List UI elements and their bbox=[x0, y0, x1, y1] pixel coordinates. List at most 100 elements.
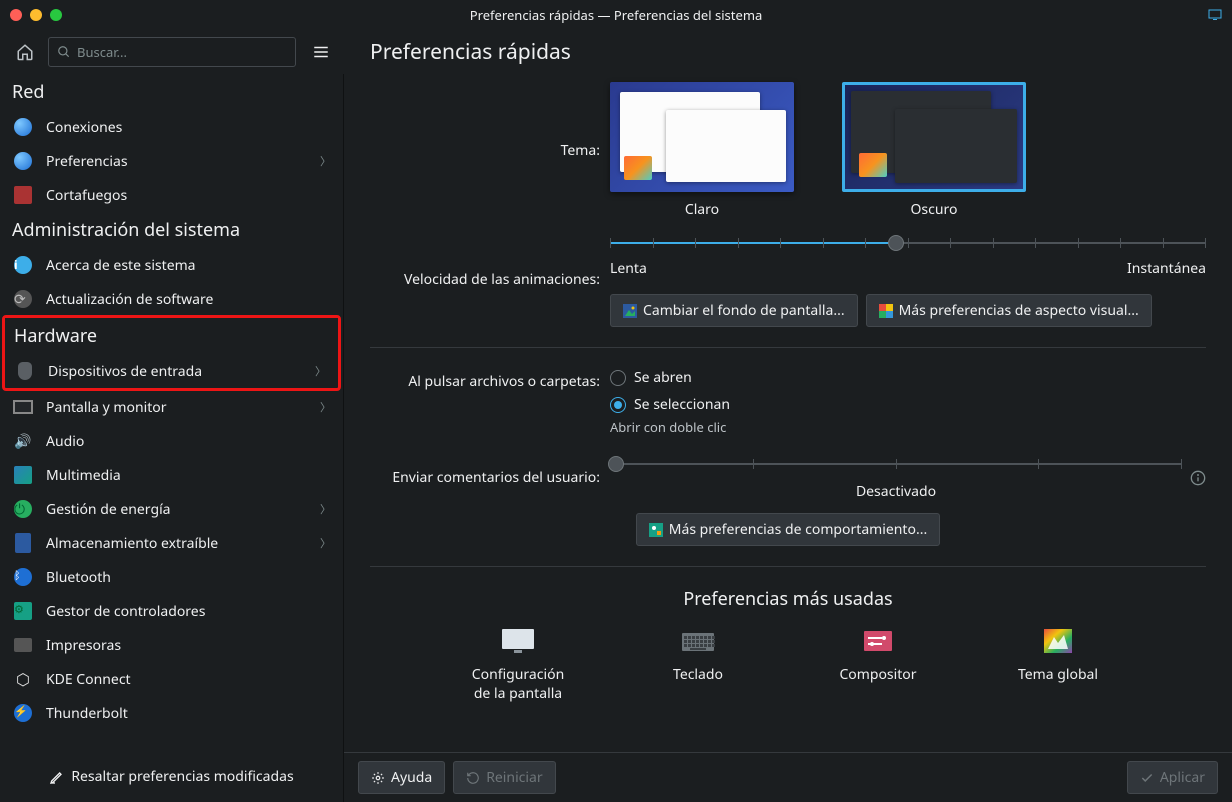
media-icon bbox=[12, 464, 34, 486]
page-title: Preferencias rápidas bbox=[370, 38, 571, 66]
help-icon bbox=[371, 771, 385, 785]
sidebar-item-storage[interactable]: Almacenamiento extraíble〉 bbox=[0, 526, 343, 560]
most-used-global-theme[interactable]: Tema global bbox=[1003, 627, 1113, 703]
minimize-window-button[interactable] bbox=[30, 9, 42, 21]
theme-light-label: Claro bbox=[685, 200, 719, 219]
sidebar-item-drivers[interactable]: ⚙Gestor de controladores bbox=[0, 594, 343, 628]
sidebar: Red Conexiones Preferencias 〉 CortafuegosAdm… bbox=[0, 74, 344, 802]
feedback-slider[interactable] bbox=[610, 454, 1182, 474]
window-title: Preferencias rápidas — Preferencias del … bbox=[0, 6, 1232, 24]
sidebar-section-hardware: Hardware bbox=[5, 318, 338, 354]
sidebar-item-label: Acerca de este sistema bbox=[46, 256, 331, 275]
highlight-modified-label: Resaltar preferencias modificadas bbox=[71, 767, 293, 786]
globe-icon bbox=[12, 116, 34, 138]
most-used-title: Preferencias más usadas bbox=[370, 587, 1206, 611]
sidebar-section-red: Red bbox=[0, 74, 343, 110]
tray-indicator-icon[interactable] bbox=[1208, 9, 1222, 21]
thunderbolt-icon: ⚡ bbox=[12, 702, 34, 724]
theme-dark-label: Oscuro bbox=[911, 200, 958, 219]
more-behaviour-label: Más preferencias de comportamiento... bbox=[669, 520, 927, 539]
search-input[interactable] bbox=[77, 43, 287, 61]
most-used-label: Compositor bbox=[839, 665, 916, 684]
sidebar-item-label: Conexiones bbox=[46, 118, 331, 137]
more-visual-prefs-button[interactable]: Más preferencias de aspecto visual... bbox=[866, 294, 1152, 327]
sidebar-section-administración-del-sistema: Administración del sistema bbox=[0, 212, 343, 248]
monitor-icon bbox=[500, 627, 536, 655]
sidebar-item-firewall[interactable]: Cortafuegos bbox=[0, 178, 343, 212]
more-behaviour-prefs-button[interactable]: Más preferencias de comportamiento... bbox=[636, 513, 940, 546]
most-used-display-config[interactable]: Configuración de la pantalla bbox=[463, 627, 573, 703]
power-icon: ⏻ bbox=[12, 498, 34, 520]
appearance-icon bbox=[879, 304, 893, 318]
main-panel: Tema: Claro bbox=[344, 74, 1232, 802]
radio-dot-icon bbox=[610, 397, 626, 413]
behaviour-icon bbox=[649, 523, 663, 537]
sidebar-item-label: Multimedia bbox=[46, 466, 331, 485]
radio-open[interactable]: Se abren bbox=[610, 368, 1206, 387]
sidebar-item-label: Gestión de energía bbox=[46, 500, 308, 519]
sidebar-item-label: Almacenamiento extraíble bbox=[46, 534, 308, 553]
sidebar-item-label: Pantalla y monitor bbox=[46, 398, 308, 417]
home-button[interactable] bbox=[10, 37, 40, 67]
most-used-label: Configuración de la pantalla bbox=[463, 665, 573, 703]
sidebar-item-updates[interactable]: ⟳Actualización de software bbox=[0, 282, 343, 316]
sidebar-item-label: Audio bbox=[46, 432, 331, 451]
chevron-right-icon: 〉 bbox=[320, 399, 331, 415]
footer: Ayuda Reiniciar Aplicar bbox=[344, 752, 1232, 802]
help-label: Ayuda bbox=[391, 768, 432, 787]
theme-option-light[interactable]: Claro bbox=[610, 82, 794, 219]
most-used-keyboard[interactable]: Teclado bbox=[643, 627, 753, 703]
sidebar-item-printers[interactable]: Impresoras bbox=[0, 628, 343, 662]
sidebar-item-audio[interactable]: 🔊 Audio bbox=[0, 424, 343, 458]
sidebar-item-net-prefs[interactable]: Preferencias 〉 bbox=[0, 144, 343, 178]
sidebar-item-multimedia[interactable]: Multimedia bbox=[0, 458, 343, 492]
sidebar-item-label: Impresoras bbox=[46, 636, 331, 655]
theme-label: Tema: bbox=[370, 141, 610, 160]
chevron-right-icon: 〉 bbox=[320, 153, 331, 169]
animation-speed-slider[interactable] bbox=[610, 233, 1206, 253]
click-files-label: Al pulsar archivos o carpetas: bbox=[370, 368, 610, 391]
menu-button[interactable] bbox=[306, 37, 336, 67]
compositor-icon bbox=[860, 627, 896, 655]
toolbar: Preferencias rápidas bbox=[0, 30, 1232, 74]
sidebar-item-about[interactable]: iAcerca de este sistema bbox=[0, 248, 343, 282]
sidebar-item-display[interactable]: Pantalla y monitor 〉 bbox=[0, 390, 343, 424]
search-field[interactable] bbox=[48, 37, 296, 67]
double-click-hint: Abrir con doble clic bbox=[610, 418, 1206, 436]
globe-icon bbox=[12, 150, 34, 172]
reset-icon bbox=[466, 771, 480, 785]
sidebar-item-connections[interactable]: Conexiones bbox=[0, 110, 343, 144]
sidebar-item-power[interactable]: ⏻ Gestión de energía 〉 bbox=[0, 492, 343, 526]
most-used-compositor[interactable]: Compositor bbox=[823, 627, 933, 703]
theme-thumb-light bbox=[610, 82, 794, 192]
radio-select[interactable]: Se seleccionan bbox=[610, 395, 1206, 414]
maximize-window-button[interactable] bbox=[50, 9, 62, 21]
sidebar-item-label: Dispositivos de entrada bbox=[48, 362, 303, 381]
more-visual-prefs-label: Más preferencias de aspecto visual... bbox=[899, 301, 1139, 320]
sidebar-item-bluetooth[interactable]: ᛒBluetooth bbox=[0, 560, 343, 594]
radio-dot-icon bbox=[610, 370, 626, 386]
sidebar-item-input-devices[interactable]: Dispositivos de entrada〉 bbox=[5, 354, 338, 388]
radio-open-label: Se abren bbox=[634, 368, 692, 387]
help-button[interactable]: Ayuda bbox=[358, 761, 445, 794]
printer-icon bbox=[12, 634, 34, 656]
info-icon[interactable] bbox=[1190, 470, 1206, 486]
display-icon bbox=[12, 396, 34, 418]
animation-speed-label: Velocidad de las animaciones: bbox=[370, 270, 610, 289]
theme-option-dark[interactable]: Oscuro bbox=[842, 82, 1026, 219]
titlebar: Preferencias rápidas — Preferencias del … bbox=[0, 0, 1232, 30]
sidebar-item-thunderbolt[interactable]: ⚡Thunderbolt bbox=[0, 696, 343, 730]
most-used-label: Tema global bbox=[1018, 665, 1098, 684]
separator bbox=[370, 347, 1206, 348]
close-window-button[interactable] bbox=[10, 9, 22, 21]
change-wallpaper-button[interactable]: Cambiar el fondo de pantalla... bbox=[610, 294, 858, 327]
sidebar-item-label: Preferencias bbox=[46, 152, 308, 171]
sidebar-item-kdeconnect[interactable]: ⬡KDE Connect bbox=[0, 662, 343, 696]
apply-button: Aplicar bbox=[1127, 761, 1218, 794]
sidebar-item-label: Actualización de software bbox=[46, 290, 331, 309]
audio-icon: 🔊 bbox=[12, 430, 34, 452]
highlight-modified-button[interactable]: Resaltar preferencias modificadas bbox=[39, 761, 303, 792]
storage-icon bbox=[12, 532, 34, 554]
feedback-label: Enviar comentarios del usuario: bbox=[370, 468, 610, 487]
chevron-right-icon: 〉 bbox=[320, 501, 331, 517]
